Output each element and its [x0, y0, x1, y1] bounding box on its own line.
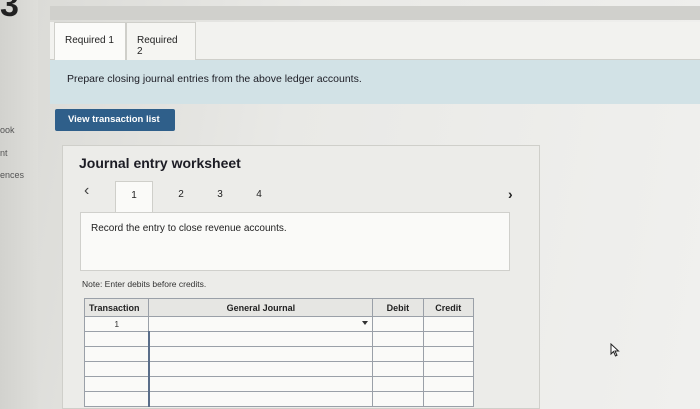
header-transaction: Transaction: [83, 298, 150, 317]
account-select[interactable]: [147, 331, 374, 347]
debit-input[interactable]: [372, 346, 424, 362]
account-select[interactable]: [147, 376, 374, 392]
banner-text: Prepare closing journal entries from the…: [67, 73, 362, 85]
debit-input[interactable]: [372, 391, 424, 407]
transaction-cell: [83, 346, 150, 362]
worksheet-title: Journal entry worksheet: [79, 155, 241, 171]
account-select[interactable]: [147, 346, 374, 362]
mouse-pointer-icon: [610, 343, 620, 357]
instruction-box: [80, 212, 510, 271]
table-row: [83, 376, 475, 392]
entry-note: Note: Enter debits before credits.: [82, 279, 207, 289]
top-bar: [50, 6, 700, 20]
table-row: [83, 391, 475, 407]
instruction-text: Record the entry to close revenue accoun…: [91, 223, 287, 234]
step-tab-3[interactable]: 3: [201, 181, 239, 211]
question-number: 3: [0, 0, 19, 24]
left-sidebar: [0, 0, 38, 409]
transaction-cell: [83, 361, 150, 377]
sidebar-label-print[interactable]: nt: [0, 148, 8, 158]
transaction-cell: [83, 391, 150, 407]
credit-input[interactable]: [422, 391, 475, 407]
header-general-journal: General Journal: [148, 298, 374, 317]
debit-input[interactable]: [372, 316, 424, 332]
credit-input[interactable]: [422, 331, 475, 347]
transaction-cell: [83, 331, 150, 347]
account-select[interactable]: [147, 391, 374, 407]
account-select[interactable]: [147, 361, 374, 377]
table-header-row: Transaction General Journal Debit Credit: [83, 298, 475, 317]
step-tab-4[interactable]: 4: [240, 181, 278, 211]
step-tab-1[interactable]: 1: [115, 181, 153, 213]
chevron-left-icon[interactable]: ‹: [84, 182, 89, 200]
table-row: [83, 361, 475, 377]
view-transaction-list-button[interactable]: View transaction list: [55, 109, 175, 131]
credit-input[interactable]: [422, 376, 475, 392]
tab-required-2[interactable]: Required 2: [126, 22, 196, 60]
journal-table: Transaction General Journal Debit Credit…: [83, 298, 475, 407]
credit-input[interactable]: [422, 346, 475, 362]
transaction-cell: [83, 376, 150, 392]
header-credit: Credit: [422, 298, 475, 317]
dropdown-caret-icon[interactable]: [362, 321, 369, 325]
credit-input[interactable]: [422, 316, 475, 332]
table-row: 1: [83, 316, 475, 332]
step-tab-2[interactable]: 2: [162, 181, 200, 211]
transaction-number: 1: [83, 316, 150, 332]
account-select[interactable]: [148, 316, 374, 332]
sidebar-label-ebook[interactable]: ook: [0, 125, 15, 135]
debit-input[interactable]: [372, 331, 424, 347]
table-row: [83, 331, 475, 347]
debit-input[interactable]: [372, 361, 424, 377]
header-debit: Debit: [372, 298, 424, 317]
table-row: [83, 346, 475, 362]
chevron-right-icon[interactable]: ›: [508, 186, 513, 202]
tab-required-1[interactable]: Required 1: [54, 22, 126, 60]
sidebar-label-references[interactable]: ences: [0, 170, 24, 180]
debit-input[interactable]: [372, 376, 424, 392]
credit-input[interactable]: [422, 361, 475, 377]
